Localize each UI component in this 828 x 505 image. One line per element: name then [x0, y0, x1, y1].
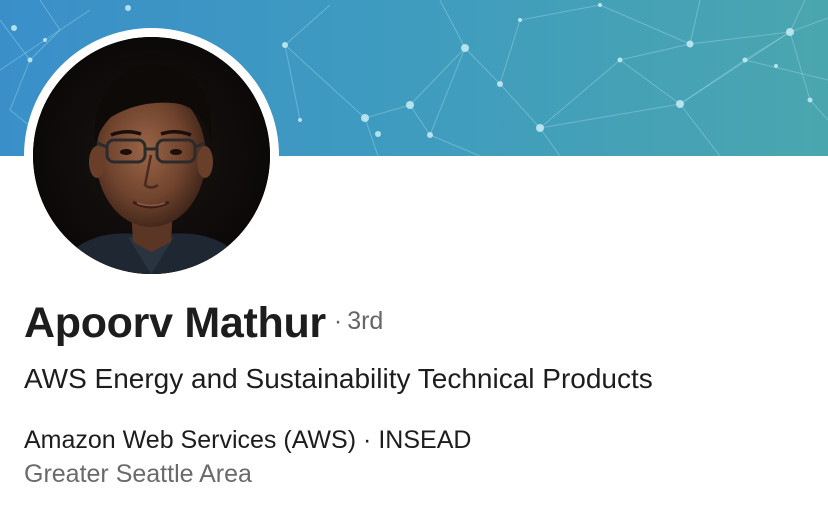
- work-separator: ·: [363, 426, 372, 454]
- current-company-link[interactable]: Amazon Web Services (AWS): [24, 426, 356, 454]
- connection-degree-badge: 3rd: [347, 307, 384, 335]
- avatar[interactable]: [33, 37, 270, 274]
- name-row: Apoorv Mathur · 3rd: [24, 302, 383, 345]
- profile-name: Apoorv Mathur: [24, 299, 326, 347]
- profile-location: Greater Seattle Area: [24, 460, 252, 488]
- education-link[interactable]: INSEAD: [378, 426, 471, 454]
- experience-education-row: Amazon Web Services (AWS) · INSEAD: [24, 426, 471, 455]
- name-separator: ·: [333, 307, 343, 335]
- profile-headline: AWS Energy and Sustainability Technical …: [24, 363, 653, 394]
- profile-card: Apoorv Mathur · 3rd AWS Energy and Sustain…: [0, 0, 828, 505]
